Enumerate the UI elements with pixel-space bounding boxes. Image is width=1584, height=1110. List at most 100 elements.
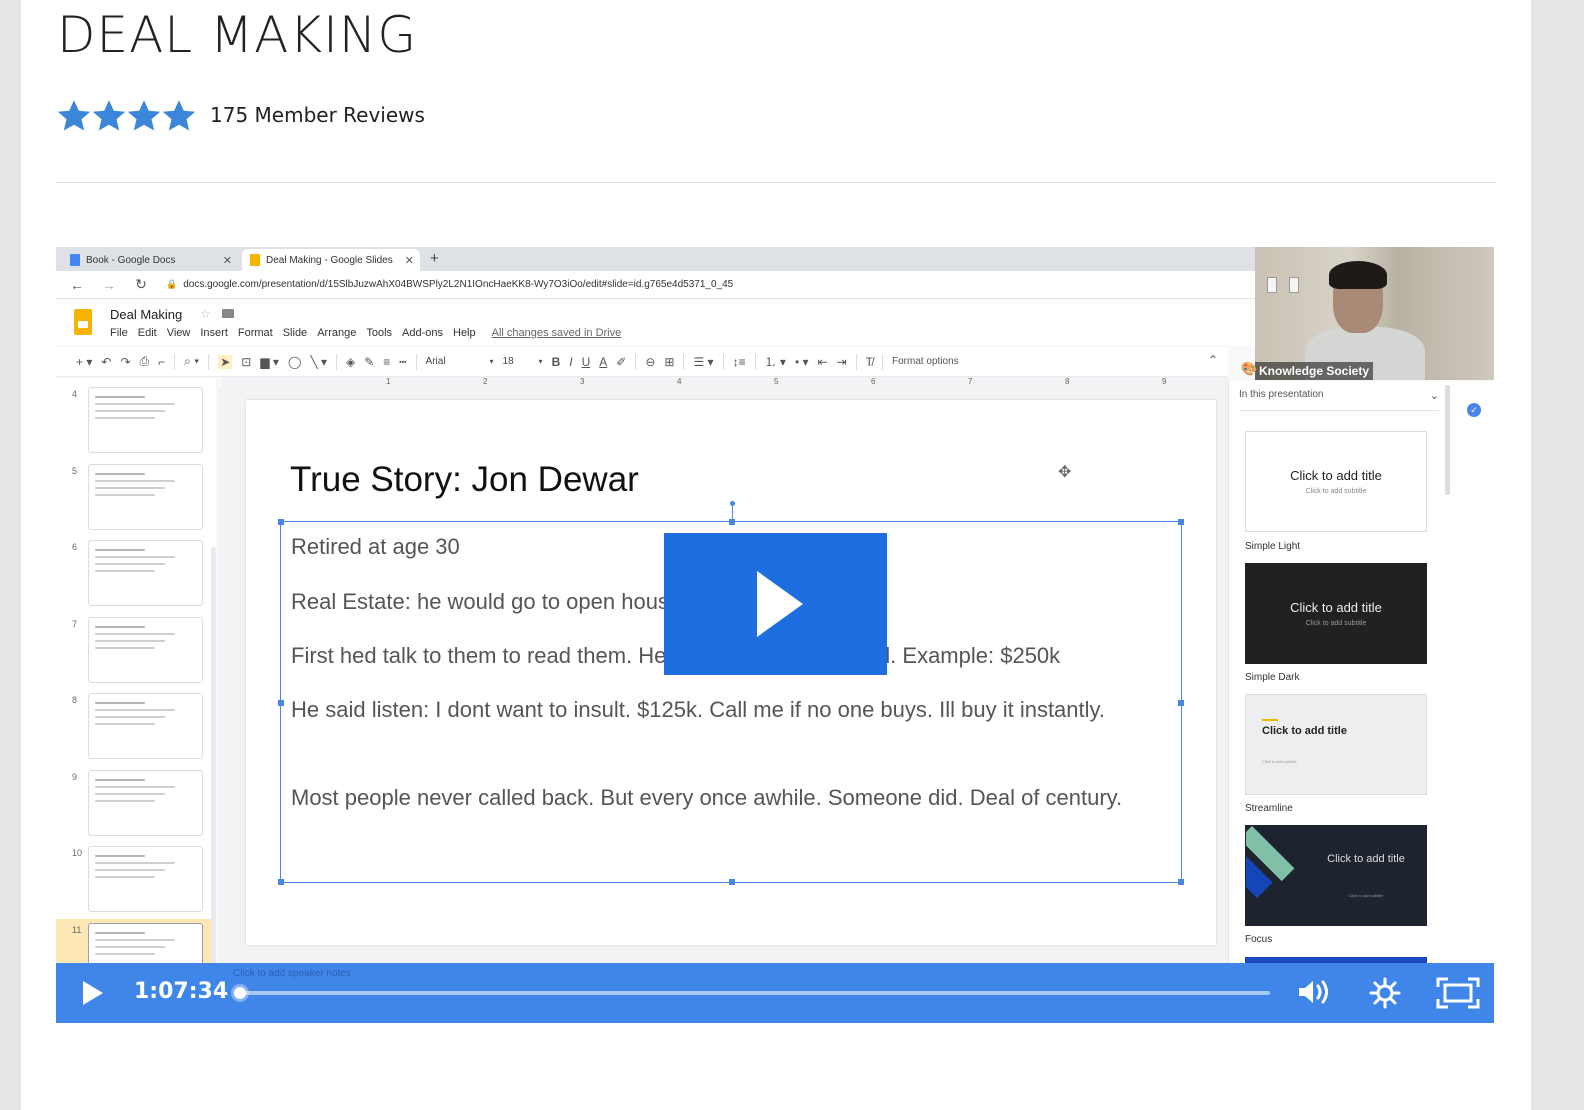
thumbnail-text-line [95,396,145,398]
ruler-number: 2 [483,377,488,386]
slide-filmstrip: 4 5 6 7 8 9 10 11 [56,379,216,991]
slide-thumbnail: 7 [56,613,216,685]
divider [56,182,1496,183]
speaker-notes-placeholder: Click to add speaker notes [233,968,351,979]
body-paragraph: Most people never called back. But every… [291,785,1123,810]
slide-number: 11 [72,924,82,935]
settings-gear-icon[interactable] [1369,977,1401,1014]
resize-handle [278,879,284,885]
font-size-select: 18 [502,356,514,367]
line-spacing-icon: ↕≡ [732,354,746,369]
bold-icon: B [551,354,561,369]
thumbnail-text-line [95,709,175,711]
ruler-number: 4 [677,377,682,386]
close-icon: ✕ [404,254,414,267]
star-icon [161,98,196,132]
theme-name: Simple Light [1245,541,1301,552]
italic-icon: I [569,354,573,369]
move-cursor-icon: ✥ [1058,464,1072,481]
theme-name: Focus [1245,934,1273,945]
menu-arrange: Arrange [317,327,357,339]
menu-view: View [166,327,191,339]
thumbnail-text-line [95,625,145,628]
play-button[interactable] [83,981,103,1005]
star-rating [56,98,196,132]
resize-handle [278,700,284,706]
resize-handle [729,879,735,885]
star-icon [126,98,161,132]
slide-thumbnail: 6 [56,536,216,608]
clear-formatting-icon: T̸ [865,354,873,369]
thumbnail-text-line [95,869,165,871]
link-icon: ⊖ [645,354,656,369]
underline-icon: U [581,354,591,369]
thumbnail-text-line [95,723,155,725]
thumbnail-text-line [95,855,145,857]
slide-number: 6 [72,542,78,552]
print-icon: ⎙ [139,354,150,368]
slide-number: 8 [72,695,78,705]
theme-name: Simple Dark [1245,672,1300,683]
thumbnail-text-line [95,792,165,795]
slide-thumbnail: 9 [56,766,216,838]
thumbnail-text-line [95,862,175,864]
theme-streamline: Click to add title Click to add subtitle [1245,694,1427,795]
thumbnail-text-line [95,799,155,802]
decrease-indent-icon: ⇤ [817,354,828,369]
video-player[interactable]: Book - Google Docs ✕ Deal Making - Googl… [56,247,1494,1023]
player-controls: Click to add speaker notes 1:07:34 [56,963,1494,1023]
slide-number: 9 [72,771,78,782]
fullscreen-icon[interactable] [1436,977,1480,1014]
url-text: docs.google.com/presentation/d/15SlbJuzw… [183,279,734,290]
tab-label: Book - Google Docs [86,254,176,266]
slide-thumbnail: 5 [56,460,216,532]
palette-icon: 🎨 [1241,361,1258,376]
body-paragraph: He said listen: I dont want to insult. $… [291,697,1106,722]
font-select: Arial [425,356,446,367]
numbered-list-icon: ⒈ ▾ [764,355,786,369]
menu-slide: Slide [282,327,308,339]
ruler-number: 6 [871,377,876,386]
border-dash-icon: ┅ [399,354,407,369]
highlight-icon: ✐ [616,354,627,369]
thumbnail-text-line [95,785,175,788]
thumbnail-text-line [95,403,175,405]
rating: 175 Member Reviews [56,98,425,132]
slide-number: 4 [72,389,78,399]
slide-title: True Story: Jon Dewar [290,460,639,499]
theme-subtitle: Click to add subtitle [1305,620,1367,627]
thumbnail-text-line [95,931,145,934]
thumbnail-text-line [95,410,165,412]
zoom-icon: ⌕ ▾ [184,354,200,368]
menu-tools: Tools [366,327,393,339]
browser-tab-bar: Book - Google Docs ✕ Deal Making - Googl… [56,247,1256,271]
menu-addons: Add-ons [402,327,443,339]
toolbar-separator [754,353,756,370]
slide-number: 10 [72,848,83,858]
close-icon: ✕ [222,254,232,267]
thumbnail-preview [88,387,203,453]
accent-line [1262,719,1278,721]
webcam-overlay: Knowledge Society [1255,247,1494,380]
slide-thumbnail: 8 [56,689,216,761]
fill-color-icon: ◈ [345,354,356,369]
thumbnail-text-line [95,493,155,496]
big-play-button[interactable] [664,533,887,675]
volume-icon[interactable] [1296,977,1334,1012]
star-icon [91,98,126,132]
thumbnail-preview [88,616,203,683]
reviews-count-link[interactable]: 175 Member Reviews [210,103,425,127]
thumbnail-text-line [95,570,155,572]
thumbnail-text-line [95,952,155,955]
star-outline-icon: ☆ [200,307,211,321]
thumbnail-text-line [95,646,155,649]
theme-title: Click to add title [1262,725,1347,737]
slide-thumbnail: 10 [56,842,216,914]
progress-knob[interactable] [234,987,246,999]
border-weight-icon: ≡ [383,354,391,369]
progress-bar[interactable] [234,987,1270,999]
image-icon: ▆ ▾ [260,354,279,369]
vertical-ruler [218,387,228,967]
themes-panel: In this presentation ⌄ Click to add titl… [1228,381,1494,997]
filmstrip-scrollbar [211,547,216,967]
